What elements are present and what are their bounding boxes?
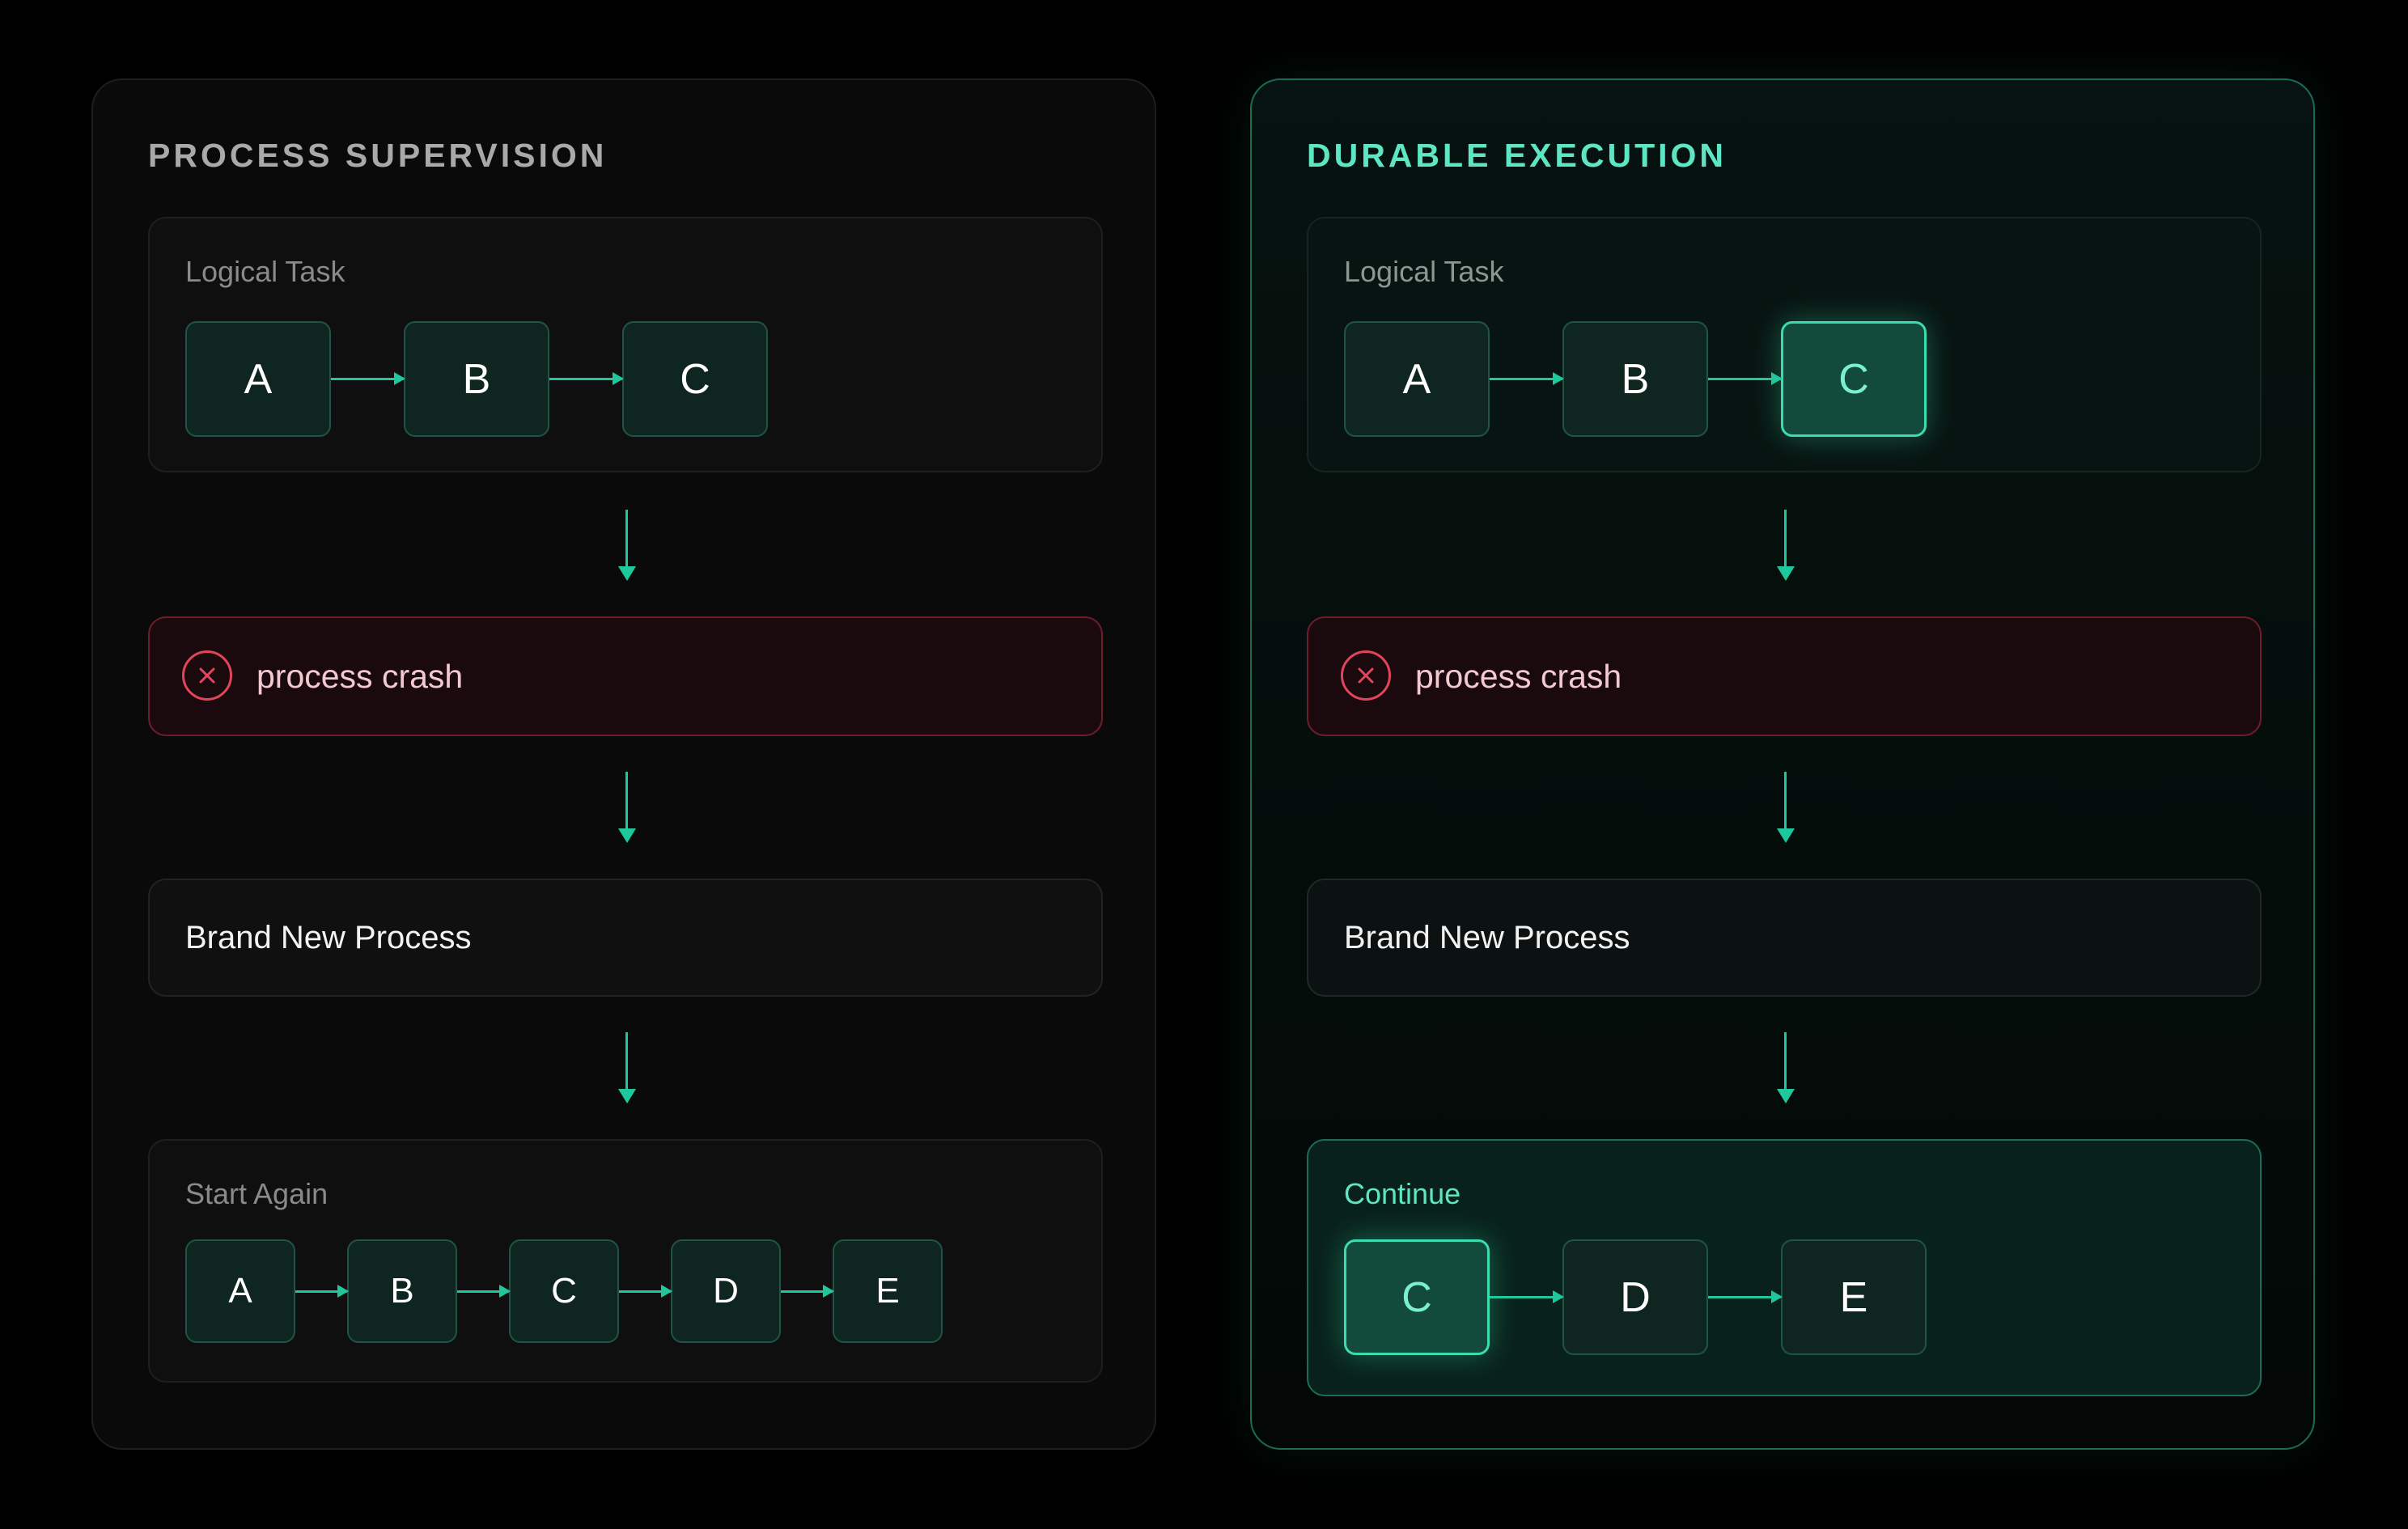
restart-node-b: B	[347, 1239, 457, 1343]
logical-task-box: Logical Task A B C	[148, 217, 1103, 472]
chain-arrow	[781, 1284, 834, 1298]
brand-new-process-text: Brand New Process	[185, 919, 472, 955]
chain-arrow	[1708, 1290, 1783, 1303]
chain-arrow	[331, 372, 405, 385]
brand-new-process-box: Brand New Process	[148, 879, 1103, 997]
durable-execution-panel: DURABLE EXECUTION Logical Task A B C pro…	[1250, 78, 2315, 1450]
continue-node-c-resumed: C	[1344, 1239, 1490, 1355]
brand-new-process-box: Brand New Process	[1307, 879, 2262, 997]
task-chain: A B C	[185, 321, 768, 437]
flow-arrow-down	[618, 510, 636, 582]
flow-arrow-down	[1777, 772, 1795, 845]
process-crash-text: process crash	[256, 657, 464, 695]
chain-arrow	[619, 1284, 672, 1298]
restart-node-c: C	[509, 1239, 619, 1343]
task-chain: A B C	[1344, 321, 1927, 437]
restart-node-d: D	[671, 1239, 781, 1343]
process-crash-box: process crash	[148, 616, 1103, 736]
flow-arrow-down	[618, 1032, 636, 1105]
continue-node-e: E	[1781, 1239, 1927, 1355]
task-node-b: B	[1562, 321, 1708, 437]
continue-label: Continue	[1344, 1177, 1461, 1210]
restart-node-a: A	[185, 1239, 295, 1343]
chain-arrow	[295, 1284, 349, 1298]
panel-title: DURABLE EXECUTION	[1307, 137, 1728, 174]
chain-arrow	[457, 1284, 511, 1298]
chain-arrow	[1490, 1290, 1564, 1303]
logical-task-label: Logical Task	[185, 255, 346, 288]
continue-box: Continue C D E	[1307, 1139, 2262, 1396]
chain-arrow	[1708, 372, 1783, 385]
start-again-box: Start Again A B C D E	[148, 1139, 1103, 1383]
process-crash-text: process crash	[1415, 657, 1622, 695]
task-node-b: B	[404, 321, 549, 437]
flow-arrow-down	[1777, 1032, 1795, 1105]
brand-new-process-text: Brand New Process	[1344, 919, 1630, 955]
chain-arrow	[549, 372, 624, 385]
x-circle-icon	[182, 650, 232, 701]
flow-arrow-down	[618, 772, 636, 845]
task-node-a: A	[1344, 321, 1490, 437]
task-node-c-checkpoint: C	[1781, 321, 1927, 437]
restart-chain: A B C D E	[185, 1239, 943, 1343]
process-crash-box: process crash	[1307, 616, 2262, 736]
logical-task-label: Logical Task	[1344, 255, 1504, 288]
flow-arrow-down	[1777, 510, 1795, 582]
continue-node-d: D	[1562, 1239, 1708, 1355]
start-again-label: Start Again	[185, 1177, 329, 1210]
task-node-c: C	[622, 321, 768, 437]
x-circle-icon	[1341, 650, 1391, 701]
chain-arrow	[1490, 372, 1564, 385]
restart-node-e: E	[833, 1239, 943, 1343]
continue-chain: C D E	[1344, 1239, 1927, 1355]
panel-title: PROCESS SUPERVISION	[148, 137, 608, 174]
task-node-a: A	[185, 321, 331, 437]
logical-task-box: Logical Task A B C	[1307, 217, 2262, 472]
process-supervision-panel: PROCESS SUPERVISION Logical Task A B C p…	[91, 78, 1156, 1450]
